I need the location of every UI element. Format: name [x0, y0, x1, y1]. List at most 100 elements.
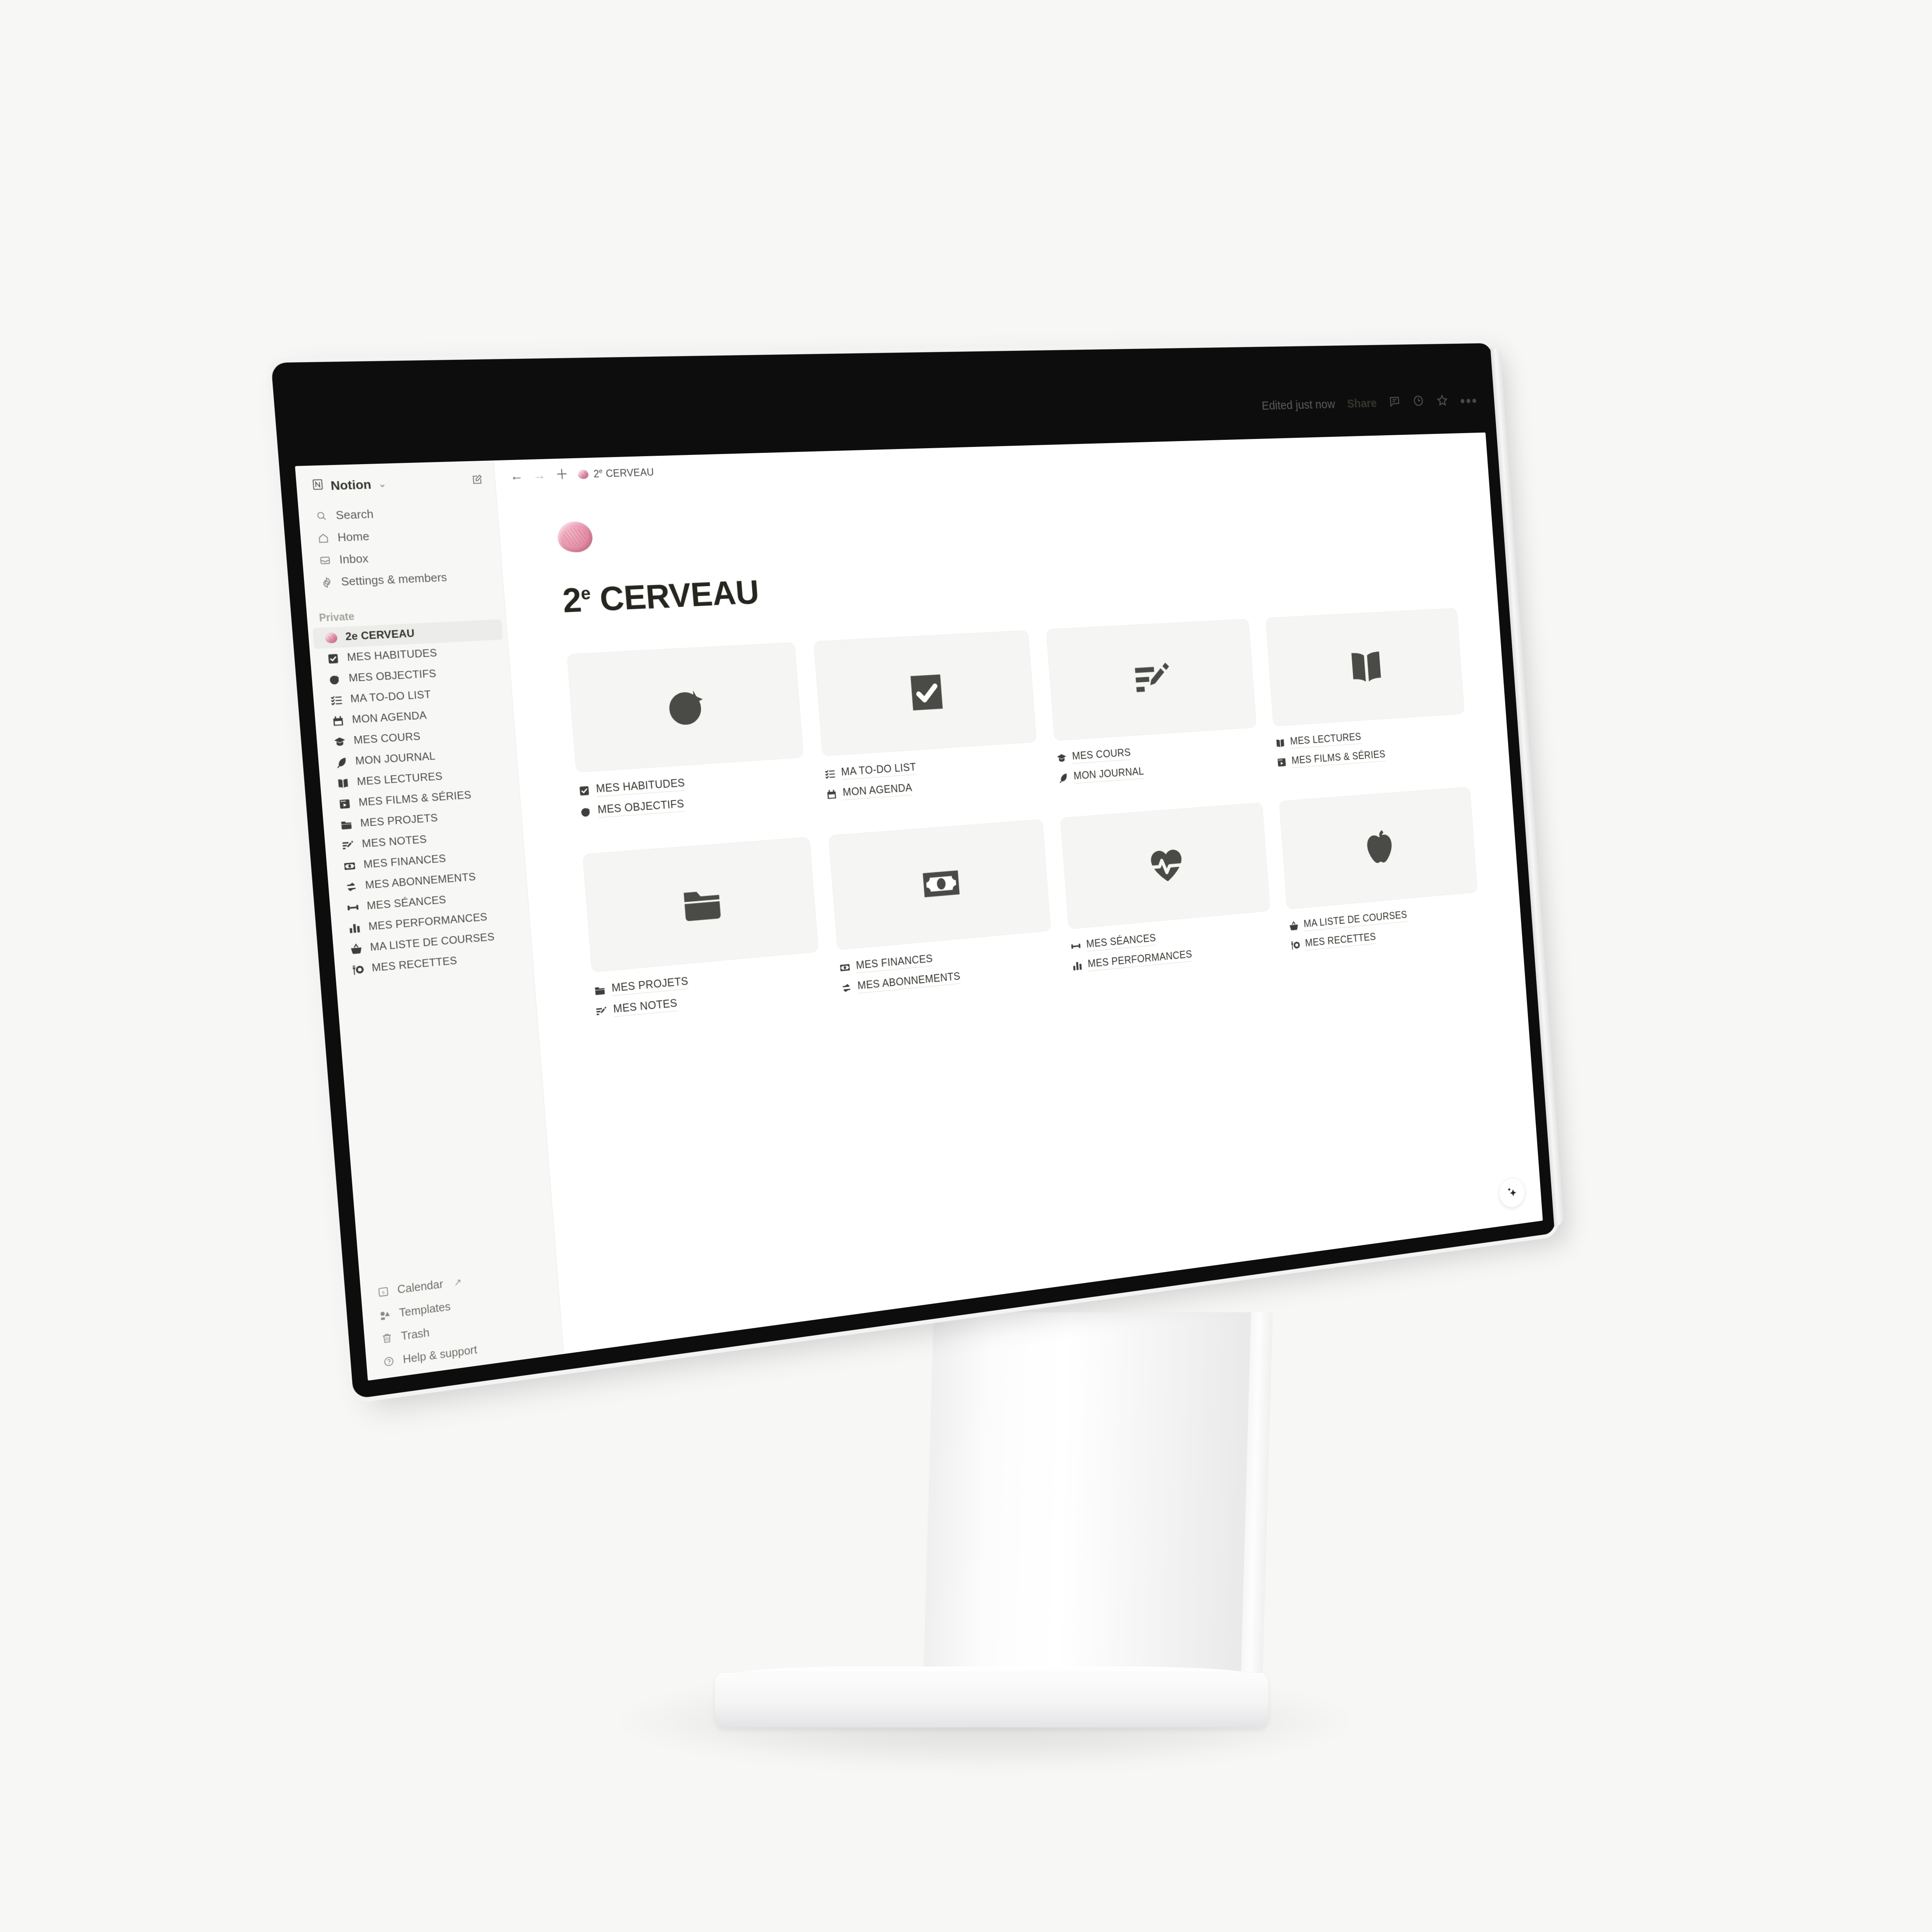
card-link-label: MES ABONNEMENTS [857, 970, 961, 994]
folder-icon [593, 983, 607, 997]
fork-plate-icon [1289, 938, 1301, 951]
card-mes-cours[interactable] [1046, 618, 1257, 741]
trash-icon [380, 1331, 395, 1346]
share-button[interactable]: Share [1347, 397, 1377, 411]
comment-icon[interactable] [1388, 395, 1401, 411]
compose-icon[interactable] [470, 473, 484, 489]
arrow-right-icon[interactable]: → [532, 468, 546, 483]
card-link-label: MES RECETTES [1304, 931, 1376, 951]
card-cell: MES PROJETS MES NOTES [582, 837, 822, 1026]
sidebar-item-label: Templates [398, 1300, 451, 1319]
card-link-label: MES NOTES [613, 997, 678, 1017]
card-mes-lectures[interactable] [1265, 608, 1465, 727]
brain-emoji [577, 469, 589, 479]
card-link[interactable]: MES OBJECTIFS [579, 789, 807, 819]
card-grid: MES HABITUDES MES OBJECTIFS MA TO-DO LIS… [567, 608, 1481, 1026]
sidebar-item-label: MES RECETTES [371, 954, 458, 974]
note-edit-icon [340, 838, 355, 853]
sidebar-item-label: Inbox [339, 551, 369, 566]
external-link-icon: ↗ [453, 1276, 462, 1288]
sidebar-item-label: MES SÉANCES [366, 893, 447, 912]
card-link-label: MES FILMS & SÉRIES [1291, 748, 1386, 768]
sidebar-page-list: 2e CERVEAU MES HABITUDES MES OBJECTIFS M… [308, 619, 533, 982]
folder-icon [683, 890, 721, 922]
card-link-label: MA LISTE DE COURSES [1303, 909, 1408, 932]
card-mes-seances[interactable] [1060, 802, 1270, 930]
target-icon [579, 805, 592, 819]
card-link-label: MES SÉANCES [1085, 932, 1157, 952]
monitor: Edited just now Share ••• Notion ⌄ Searc… [271, 343, 1565, 1399]
document-body: 2e CERVEAU MES HABITUDES MES OBJECTIFS M… [496, 461, 1543, 1354]
card-cell: MES FINANCES MES ABONNEMENTS [828, 819, 1055, 1002]
card-cell: MA LISTE DE COURSES MES RECETTES [1279, 787, 1481, 958]
checklist-icon [329, 693, 343, 707]
card-link-label: MON JOURNAL [1073, 765, 1145, 784]
repeat-icon [840, 981, 853, 995]
sidebar-item-label: MES FILMS & SÉRIES [358, 789, 472, 809]
card-ma-to-do-list[interactable] [813, 630, 1037, 756]
inbox-icon [318, 553, 332, 567]
monitor-stand-base [715, 1673, 1268, 1727]
screen: Notion ⌄ Search Home Inbox Settings & me… [295, 432, 1543, 1381]
card-ma-liste-de-courses[interactable] [1279, 787, 1478, 910]
card-link[interactable]: MES PROJETS [593, 963, 821, 998]
gear-icon [319, 575, 334, 589]
chevron-down-icon[interactable]: ⌄ [378, 478, 387, 490]
history-clock-icon[interactable] [1412, 394, 1425, 411]
breadcrumb[interactable]: 2e CERVEAU [577, 466, 654, 480]
card-link[interactable]: MES NOTES [594, 983, 822, 1018]
card-mes-habitudes[interactable] [567, 642, 804, 773]
sidebar-item-label: Search [335, 507, 374, 522]
sidebar-item-label: MES PROJETS [360, 812, 439, 830]
templates-icon [378, 1307, 392, 1322]
bar-chart-icon [1071, 959, 1083, 973]
card-link[interactable]: MES ABONNEMENTS [840, 961, 1054, 995]
home-icon [316, 531, 330, 545]
card-link-label: MES COURS [1072, 746, 1132, 764]
checklist-icon [823, 767, 836, 780]
card-link-label: MA TO-DO LIST [841, 761, 917, 780]
star-icon[interactable] [1436, 393, 1449, 410]
dumbbell-icon [345, 900, 360, 915]
graduation-cap-icon [1055, 751, 1068, 764]
sidebar-item-label: Home [337, 529, 370, 544]
bar-chart-icon [347, 921, 362, 935]
sidebar-item-label: Settings & members [340, 570, 448, 589]
page-title: 2e CERVEAU [561, 572, 761, 620]
sidebar-item-label: MES FINANCES [363, 852, 447, 871]
calendar-icon [825, 787, 838, 801]
card-cell: MES SÉANCES MES PERFORMANCES [1060, 802, 1274, 979]
card-link[interactable]: MON AGENDA [825, 773, 1040, 801]
repeat-icon [344, 880, 358, 894]
heart-pulse-icon [1145, 849, 1187, 883]
note-edit-icon [1135, 662, 1169, 692]
graduation-cap-icon [332, 735, 347, 749]
monitor-stand-neck [923, 1312, 1253, 1694]
card-mes-finances[interactable] [828, 819, 1051, 950]
card-link-label: MON AGENDA [842, 782, 913, 800]
card-link[interactable]: MES HABITUDES [577, 769, 805, 798]
sidebar-item-label: MON JOURNAL [355, 750, 436, 768]
workspace-switcher[interactable]: Notion ⌄ [300, 469, 491, 499]
open-book-icon [1351, 652, 1381, 683]
sidebar-item-label: MON AGENDA [351, 709, 427, 726]
card-link-label: MES LECTURES [1290, 731, 1362, 749]
edited-status: Edited just now [1261, 397, 1336, 413]
folder-icon [339, 817, 353, 832]
main-content: ← → ＋ 2e CERVEAU 2e CERVEAU MES HABITUDE… [493, 432, 1543, 1354]
sidebar-item-label: 2e CERVEAU [345, 627, 415, 643]
plus-icon[interactable]: ＋ [555, 467, 569, 482]
page-emoji[interactable] [556, 490, 1450, 555]
film-icon [1276, 756, 1288, 769]
target-icon [663, 683, 711, 731]
card-link-label: MES PERFORMANCES [1087, 948, 1193, 971]
film-icon [337, 797, 352, 811]
card-mes-projets[interactable] [582, 837, 819, 973]
banknote-icon [342, 859, 357, 873]
calendar-6-icon: 6 [376, 1284, 391, 1299]
sidebar: Notion ⌄ Search Home Inbox Settings & me… [295, 460, 564, 1381]
feather-icon [1057, 771, 1069, 784]
card-link-label: MES PROJETS [611, 975, 689, 996]
sidebar-item-label: Help & support [402, 1343, 478, 1366]
sidebar-item-label: MES NOTES [361, 833, 427, 850]
